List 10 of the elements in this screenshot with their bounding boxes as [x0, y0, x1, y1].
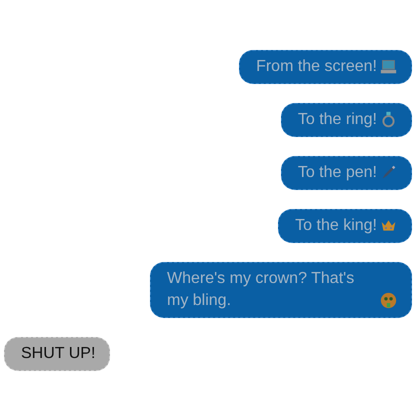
message-text: To the pen!: [298, 163, 377, 183]
ring-icon: [380, 111, 397, 128]
message-text: To the ring!: [298, 110, 377, 130]
money-face-icon: [380, 292, 397, 309]
laptop-icon: [380, 58, 397, 75]
message-text: From the screen!: [256, 57, 377, 77]
message-text: SHUT UP!: [21, 344, 96, 364]
message-text: Where's my crown? That's my bling.: [167, 269, 356, 311]
message-text: To the king!: [295, 216, 377, 236]
pen-icon: [380, 164, 397, 181]
